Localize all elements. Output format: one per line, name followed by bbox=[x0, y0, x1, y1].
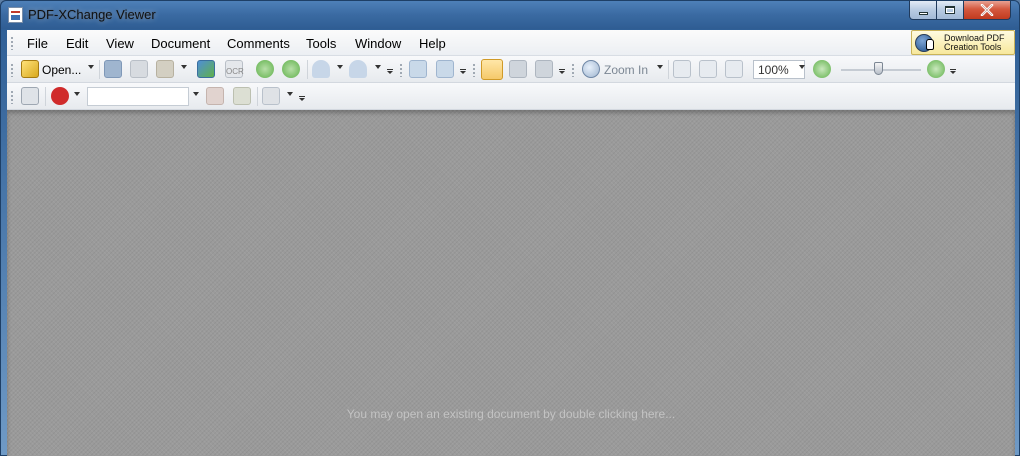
maximize-icon bbox=[945, 6, 955, 14]
back-icon[interactable] bbox=[256, 60, 274, 78]
toolbar-grip[interactable] bbox=[472, 63, 476, 77]
actual-size-icon[interactable] bbox=[673, 60, 691, 78]
toolbar-separator bbox=[257, 87, 258, 106]
find-icon[interactable] bbox=[21, 87, 39, 105]
toolbar-grip[interactable] bbox=[399, 63, 403, 77]
menu-view[interactable]: View bbox=[106, 36, 134, 51]
zoom-dropdown-icon[interactable] bbox=[657, 65, 663, 69]
menu-window[interactable]: Window bbox=[355, 36, 401, 51]
open-label[interactable]: Open... bbox=[42, 63, 81, 77]
ask-dropdown-icon[interactable] bbox=[74, 92, 80, 96]
open-folder-icon[interactable] bbox=[21, 60, 39, 78]
highlight-next-icon[interactable] bbox=[233, 87, 251, 105]
redo-dropdown-icon[interactable] bbox=[375, 65, 381, 69]
fit-page-icon[interactable] bbox=[699, 60, 717, 78]
promo-line-2: Creation Tools bbox=[944, 42, 1002, 52]
find-toolbar bbox=[7, 83, 1015, 110]
toolbar-grip[interactable] bbox=[571, 63, 575, 77]
menubar-grip[interactable] bbox=[10, 36, 14, 50]
open-document-hint: You may open an existing document by dou… bbox=[346, 407, 676, 421]
pointer-cursor-icon bbox=[926, 39, 934, 50]
minimize-button[interactable] bbox=[909, 1, 937, 20]
toolbar-separator bbox=[668, 60, 669, 79]
open-dropdown-icon[interactable] bbox=[88, 65, 94, 69]
hand-tool-icon[interactable] bbox=[481, 59, 503, 80]
menu-file[interactable]: File bbox=[27, 36, 48, 51]
toolbar-grip[interactable] bbox=[10, 90, 14, 104]
menu-edit[interactable]: Edit bbox=[66, 36, 88, 51]
menu-comments[interactable]: Comments bbox=[227, 36, 290, 51]
forward-icon[interactable] bbox=[282, 60, 300, 78]
window-controls bbox=[909, 1, 1011, 21]
toolbar-separator bbox=[99, 60, 100, 79]
email-icon[interactable] bbox=[156, 60, 174, 78]
snapshot-icon[interactable] bbox=[509, 60, 527, 78]
stamp-dropdown-icon[interactable] bbox=[287, 92, 293, 96]
menu-document[interactable]: Document bbox=[151, 36, 210, 51]
close-button[interactable] bbox=[964, 1, 1011, 20]
ocr-icon[interactable]: OCR bbox=[225, 60, 244, 78]
document-area[interactable]: You may open an existing document by dou… bbox=[7, 110, 1015, 456]
search-input[interactable] bbox=[87, 87, 189, 106]
rotate-right-icon[interactable] bbox=[436, 60, 454, 78]
highlight-prev-icon[interactable] bbox=[206, 87, 224, 105]
zoom-plus-icon[interactable] bbox=[927, 60, 945, 78]
undo-dropdown-icon[interactable] bbox=[337, 65, 343, 69]
toolbar-separator bbox=[307, 60, 308, 79]
download-creation-tools-button[interactable]: Download PDF Creation Tools bbox=[911, 30, 1015, 55]
menu-help[interactable]: Help bbox=[419, 36, 446, 51]
zoom-slider-thumb[interactable] bbox=[874, 62, 883, 75]
redo-icon[interactable] bbox=[349, 60, 367, 78]
email-dropdown-icon[interactable] bbox=[181, 65, 187, 69]
toolbar-grip[interactable] bbox=[10, 63, 14, 77]
overflow-chevron-icon[interactable] bbox=[559, 69, 565, 75]
ocr-label: OCR bbox=[226, 67, 244, 76]
app-window: PDF-XChange Viewer File Edit View Docume… bbox=[0, 0, 1020, 456]
minimize-icon bbox=[918, 11, 928, 15]
zoom-level-input[interactable]: 100% bbox=[753, 60, 805, 79]
promo-text: Download PDF Creation Tools bbox=[944, 34, 1005, 52]
overflow-chevron-icon[interactable] bbox=[299, 96, 305, 102]
overflow-chevron-icon[interactable] bbox=[950, 69, 956, 75]
menu-tools[interactable]: Tools bbox=[306, 36, 336, 51]
app-icon[interactable] bbox=[8, 7, 23, 23]
maximize-button[interactable] bbox=[937, 1, 964, 20]
menu-bar: File Edit View Document Comments Tools W… bbox=[7, 30, 1015, 56]
zoom-in-icon[interactable] bbox=[582, 60, 600, 78]
zoom-level-dropdown-icon[interactable] bbox=[799, 65, 805, 69]
overflow-chevron-icon[interactable] bbox=[387, 69, 393, 75]
fit-width-icon[interactable] bbox=[725, 60, 743, 78]
main-toolbar: Open... OCR Zoom In 100% bbox=[7, 56, 1015, 83]
toolbar-separator bbox=[45, 87, 46, 106]
search-dropdown-icon[interactable] bbox=[193, 92, 199, 96]
window-title: PDF-XChange Viewer bbox=[28, 7, 156, 22]
scan-icon[interactable] bbox=[197, 60, 215, 78]
rotate-left-icon[interactable] bbox=[409, 60, 427, 78]
ask-icon[interactable] bbox=[51, 87, 69, 105]
undo-icon[interactable] bbox=[312, 60, 330, 78]
zoom-in-label[interactable]: Zoom In bbox=[604, 63, 648, 77]
select-text-icon[interactable] bbox=[535, 60, 553, 78]
client-area: File Edit View Document Comments Tools W… bbox=[7, 30, 1015, 456]
overflow-chevron-icon[interactable] bbox=[460, 69, 466, 75]
save-icon[interactable] bbox=[104, 60, 122, 78]
close-icon bbox=[980, 4, 994, 16]
zoom-out-icon[interactable] bbox=[813, 60, 831, 78]
title-bar[interactable]: PDF-XChange Viewer bbox=[1, 1, 1019, 29]
print-icon[interactable] bbox=[130, 60, 148, 78]
stamp-icon[interactable] bbox=[262, 87, 280, 105]
